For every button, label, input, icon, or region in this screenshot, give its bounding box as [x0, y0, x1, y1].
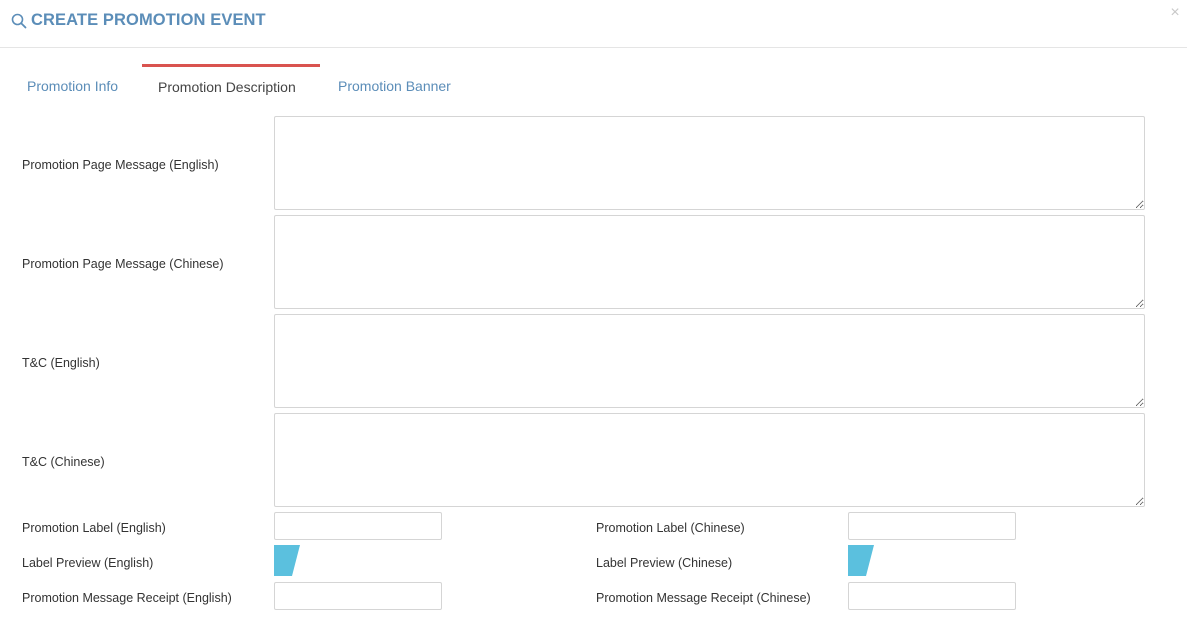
tc-en-label: T&C (English) [22, 356, 100, 370]
dialog-header: CREATE PROMOTION EVENT [0, 0, 1187, 48]
receipt-message-en-input[interactable] [274, 582, 442, 610]
tab-promotion-banner[interactable]: Promotion Banner [338, 64, 451, 108]
page-message-en-textarea[interactable] [274, 116, 1145, 210]
search-icon [11, 13, 27, 29]
label-preview-zh-badge [848, 545, 874, 576]
promotion-label-zh-label: Promotion Label (Chinese) [596, 521, 745, 535]
label-preview-en-badge [274, 545, 300, 576]
page-message-zh-label: Promotion Page Message (Chinese) [22, 257, 224, 271]
promotion-label-zh-input[interactable] [848, 512, 1016, 540]
dialog-title: CREATE PROMOTION EVENT [31, 11, 266, 29]
page-message-zh-textarea[interactable] [274, 215, 1145, 309]
tc-en-textarea[interactable] [274, 314, 1145, 408]
tab-promotion-info[interactable]: Promotion Info [27, 64, 118, 108]
receipt-message-en-label: Promotion Message Receipt (English) [22, 591, 232, 605]
close-icon[interactable]: × [1167, 4, 1183, 22]
promotion-label-en-label: Promotion Label (English) [22, 521, 166, 535]
receipt-message-zh-input[interactable] [848, 582, 1016, 610]
tc-zh-textarea[interactable] [274, 413, 1145, 507]
receipt-message-zh-label: Promotion Message Receipt (Chinese) [596, 591, 811, 605]
tc-zh-label: T&C (Chinese) [22, 455, 105, 469]
label-preview-en-label: Label Preview (English) [22, 556, 154, 570]
promotion-label-en-input[interactable] [274, 512, 442, 540]
label-preview-zh-label: Label Preview (Chinese) [596, 556, 733, 570]
tab-promotion-description[interactable]: Promotion Description [142, 64, 320, 108]
page-message-en-label: Promotion Page Message (English) [22, 158, 219, 172]
